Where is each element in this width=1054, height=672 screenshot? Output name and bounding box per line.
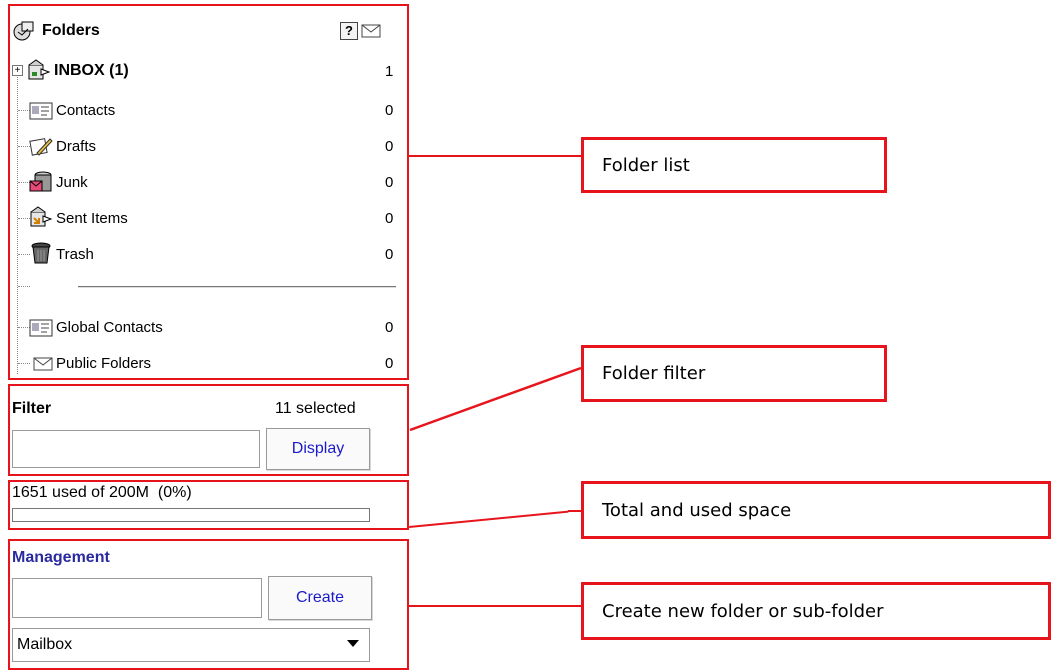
folder-count: 0 <box>385 210 394 227</box>
callout-label: Folder filter <box>602 363 706 384</box>
folder-count: 0 <box>385 355 394 372</box>
contacts-card-icon <box>28 100 54 122</box>
folder-type-select[interactable]: Mailbox <box>12 628 370 662</box>
tree-connector <box>17 74 18 374</box>
callout-connector <box>568 510 581 512</box>
management-title[interactable]: Management <box>12 549 110 567</box>
folder-item-label: Drafts <box>56 137 97 155</box>
trash-can-icon <box>28 242 54 264</box>
folder-item-label: Public Folders <box>56 354 152 372</box>
new-folder-input[interactable] <box>12 578 262 618</box>
folder-count: 0 <box>385 102 394 119</box>
create-button[interactable]: Create <box>268 576 372 620</box>
callout-connector <box>409 155 581 157</box>
folder-item-inbox[interactable]: INBOX (1) <box>54 59 384 83</box>
callout-label: Total and used space <box>602 499 792 521</box>
callout-total-used: Total and used space <box>581 481 1051 539</box>
folder-type-value: Mailbox <box>17 636 73 653</box>
expand-icon[interactable]: + <box>12 65 23 76</box>
callout-connector <box>409 605 581 607</box>
filter-input[interactable] <box>12 430 260 468</box>
display-button[interactable]: Display <box>266 428 370 470</box>
callout-connector <box>409 510 569 528</box>
callout-connector <box>409 366 582 432</box>
folder-item-global-contacts[interactable]: Global Contacts <box>56 315 356 339</box>
folder-item-label: Trash <box>56 245 94 263</box>
folder-item-sent[interactable]: Sent Items <box>56 206 356 230</box>
folder-count: 0 <box>385 174 394 191</box>
folder-item-label: Contacts <box>56 101 116 119</box>
quota-bar <box>12 508 370 522</box>
folder-count: 0 <box>385 319 394 336</box>
folder-item-trash[interactable]: Trash <box>56 242 356 266</box>
folder-count: 0 <box>385 246 394 263</box>
callout-folder-filter: Folder filter <box>581 345 887 402</box>
envelope-icon <box>30 353 56 375</box>
junk-icon <box>28 170 54 192</box>
inbox-icon <box>26 59 52 81</box>
folder-separator <box>78 286 396 288</box>
sent-items-icon <box>28 206 54 228</box>
callout-folder-list: Folder list <box>581 137 887 193</box>
folder-item-junk[interactable]: Junk <box>56 170 356 194</box>
tree-connector <box>18 363 30 364</box>
folder-item-public-folders[interactable]: Public Folders <box>56 351 356 375</box>
folder-item-contacts[interactable]: Contacts <box>56 98 356 122</box>
envelope-icon[interactable] <box>361 23 381 44</box>
folder-count: 1 <box>385 63 394 80</box>
folder-item-label: INBOX (1) <box>54 62 129 79</box>
filter-selected-count: 11 selected <box>275 400 356 417</box>
folder-item-label: Sent Items <box>56 209 128 227</box>
callout-label: Folder list <box>602 154 690 176</box>
folder-item-drafts[interactable]: Drafts <box>56 134 356 158</box>
callout-label: Create new folder or sub-folder <box>602 600 884 622</box>
filter-title: Filter <box>12 400 52 417</box>
folder-panel: Folders ? + INBOX (1) 1 Contacts 0 Draft… <box>10 6 407 378</box>
tree-connector <box>18 286 30 287</box>
folders-title: Folders <box>42 22 100 39</box>
folders-icon <box>12 20 38 42</box>
chevron-down-icon <box>347 640 359 647</box>
help-icon[interactable]: ? <box>340 22 358 40</box>
callout-create-folder: Create new folder or sub-folder <box>581 582 1051 640</box>
quota-text: 1651 used of 200M (0%) <box>12 484 192 501</box>
folder-item-label: Junk <box>56 173 88 191</box>
folder-item-label: Global Contacts <box>56 318 163 336</box>
folder-count: 0 <box>385 138 394 155</box>
drafts-pencil-icon <box>28 135 54 157</box>
contacts-card-icon <box>28 317 54 339</box>
